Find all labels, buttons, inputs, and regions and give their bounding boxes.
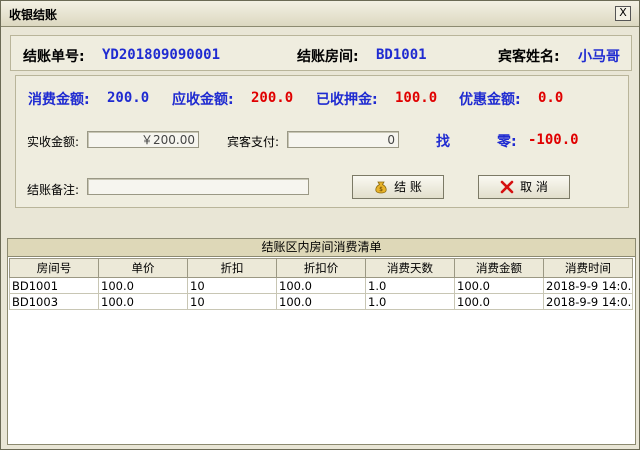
discount-value: 0.0: [538, 90, 564, 106]
room-value: BD1001: [376, 47, 427, 63]
col-header-time[interactable]: 消费时间: [543, 258, 633, 278]
col-header-discount[interactable]: 折扣: [187, 258, 277, 278]
col-header-discount-price[interactable]: 折扣价: [276, 258, 366, 278]
grid-caption: 结账区内房间消费清单: [8, 239, 635, 257]
order-no-label: 结账单号:: [23, 49, 85, 65]
consumption-table: 房间号 单价 折扣 折扣价 消费天数 消费金额 消费时间 BD1001 100.…: [9, 258, 633, 310]
table-cell: 2018-9-9 14:0...: [543, 277, 633, 294]
money-bag-icon: $: [375, 181, 387, 194]
title-bar[interactable]: 收银结账 X: [1, 1, 639, 27]
table-cell: 1.0: [365, 293, 455, 310]
change-label-1: 找: [436, 134, 450, 150]
window-title: 收银结账: [9, 8, 58, 22]
table-row[interactable]: BD1001 100.0 10 100.0 1.0 100.0 2018-9-9…: [9, 277, 633, 294]
close-button[interactable]: X: [615, 6, 631, 21]
col-header-room[interactable]: 房间号: [9, 258, 99, 278]
table-cell: 2018-9-9 14:0...: [543, 293, 633, 310]
svg-text:$: $: [379, 186, 383, 193]
order-no-value: YD201809090001: [102, 47, 221, 63]
receivable-label: 应收金额:: [172, 92, 234, 108]
table-cell: 100.0: [98, 277, 188, 294]
guest-pay-label: 宾客支付:: [227, 135, 280, 149]
room-label: 结账房间:: [297, 49, 359, 65]
deposit-label: 已收押金:: [316, 92, 378, 108]
red-x-icon: [500, 180, 514, 194]
guest-pay-field[interactable]: 0: [287, 131, 399, 148]
remark-label: 结账备注:: [27, 183, 80, 197]
deposit-value: 100.0: [395, 90, 438, 106]
change-label-2: 零:: [497, 134, 517, 150]
table-cell: BD1001: [9, 277, 99, 294]
col-header-price[interactable]: 单价: [98, 258, 188, 278]
cancel-button-label: 取 消: [520, 180, 548, 194]
table-cell: 100.0: [454, 293, 544, 310]
col-header-days[interactable]: 消费天数: [365, 258, 455, 278]
consume-value: 200.0: [107, 90, 150, 106]
remark-field[interactable]: [87, 178, 309, 195]
actual-amount-field[interactable]: ￥200.00: [87, 131, 199, 148]
guest-value: 小马哥: [578, 49, 620, 65]
change-value: -100.0: [528, 132, 579, 148]
col-header-amount[interactable]: 消费金额: [454, 258, 544, 278]
checkout-window: 收银结账 X 结账单号: YD201809090001 结账房间: BD1001…: [0, 0, 640, 450]
table-cell: 1.0: [365, 277, 455, 294]
table-header-row: 房间号 单价 折扣 折扣价 消费天数 消费金额 消费时间: [9, 258, 633, 278]
table-cell: 10: [187, 293, 277, 310]
consumption-grid: 结账区内房间消费清单 房间号 单价 折扣 折扣价 消费天数 消费金额 消费时间 …: [7, 238, 636, 445]
cancel-button[interactable]: 取 消: [478, 175, 570, 199]
receivable-value: 200.0: [251, 90, 294, 106]
table-cell: 100.0: [276, 293, 366, 310]
table-row[interactable]: BD1003 100.0 10 100.0 1.0 100.0 2018-9-9…: [9, 293, 633, 310]
table-cell: 100.0: [98, 293, 188, 310]
consume-label: 消费金额:: [28, 92, 90, 108]
table-cell: BD1003: [9, 293, 99, 310]
table-cell: 10: [187, 277, 277, 294]
guest-label: 宾客姓名:: [498, 49, 560, 65]
discount-label: 优惠金额:: [459, 92, 521, 108]
checkout-button[interactable]: $ 结 账: [352, 175, 444, 199]
actual-amount-label: 实收金额:: [27, 135, 80, 149]
checkout-button-label: 结 账: [394, 180, 422, 194]
table-cell: 100.0: [276, 277, 366, 294]
table-cell: 100.0: [454, 277, 544, 294]
